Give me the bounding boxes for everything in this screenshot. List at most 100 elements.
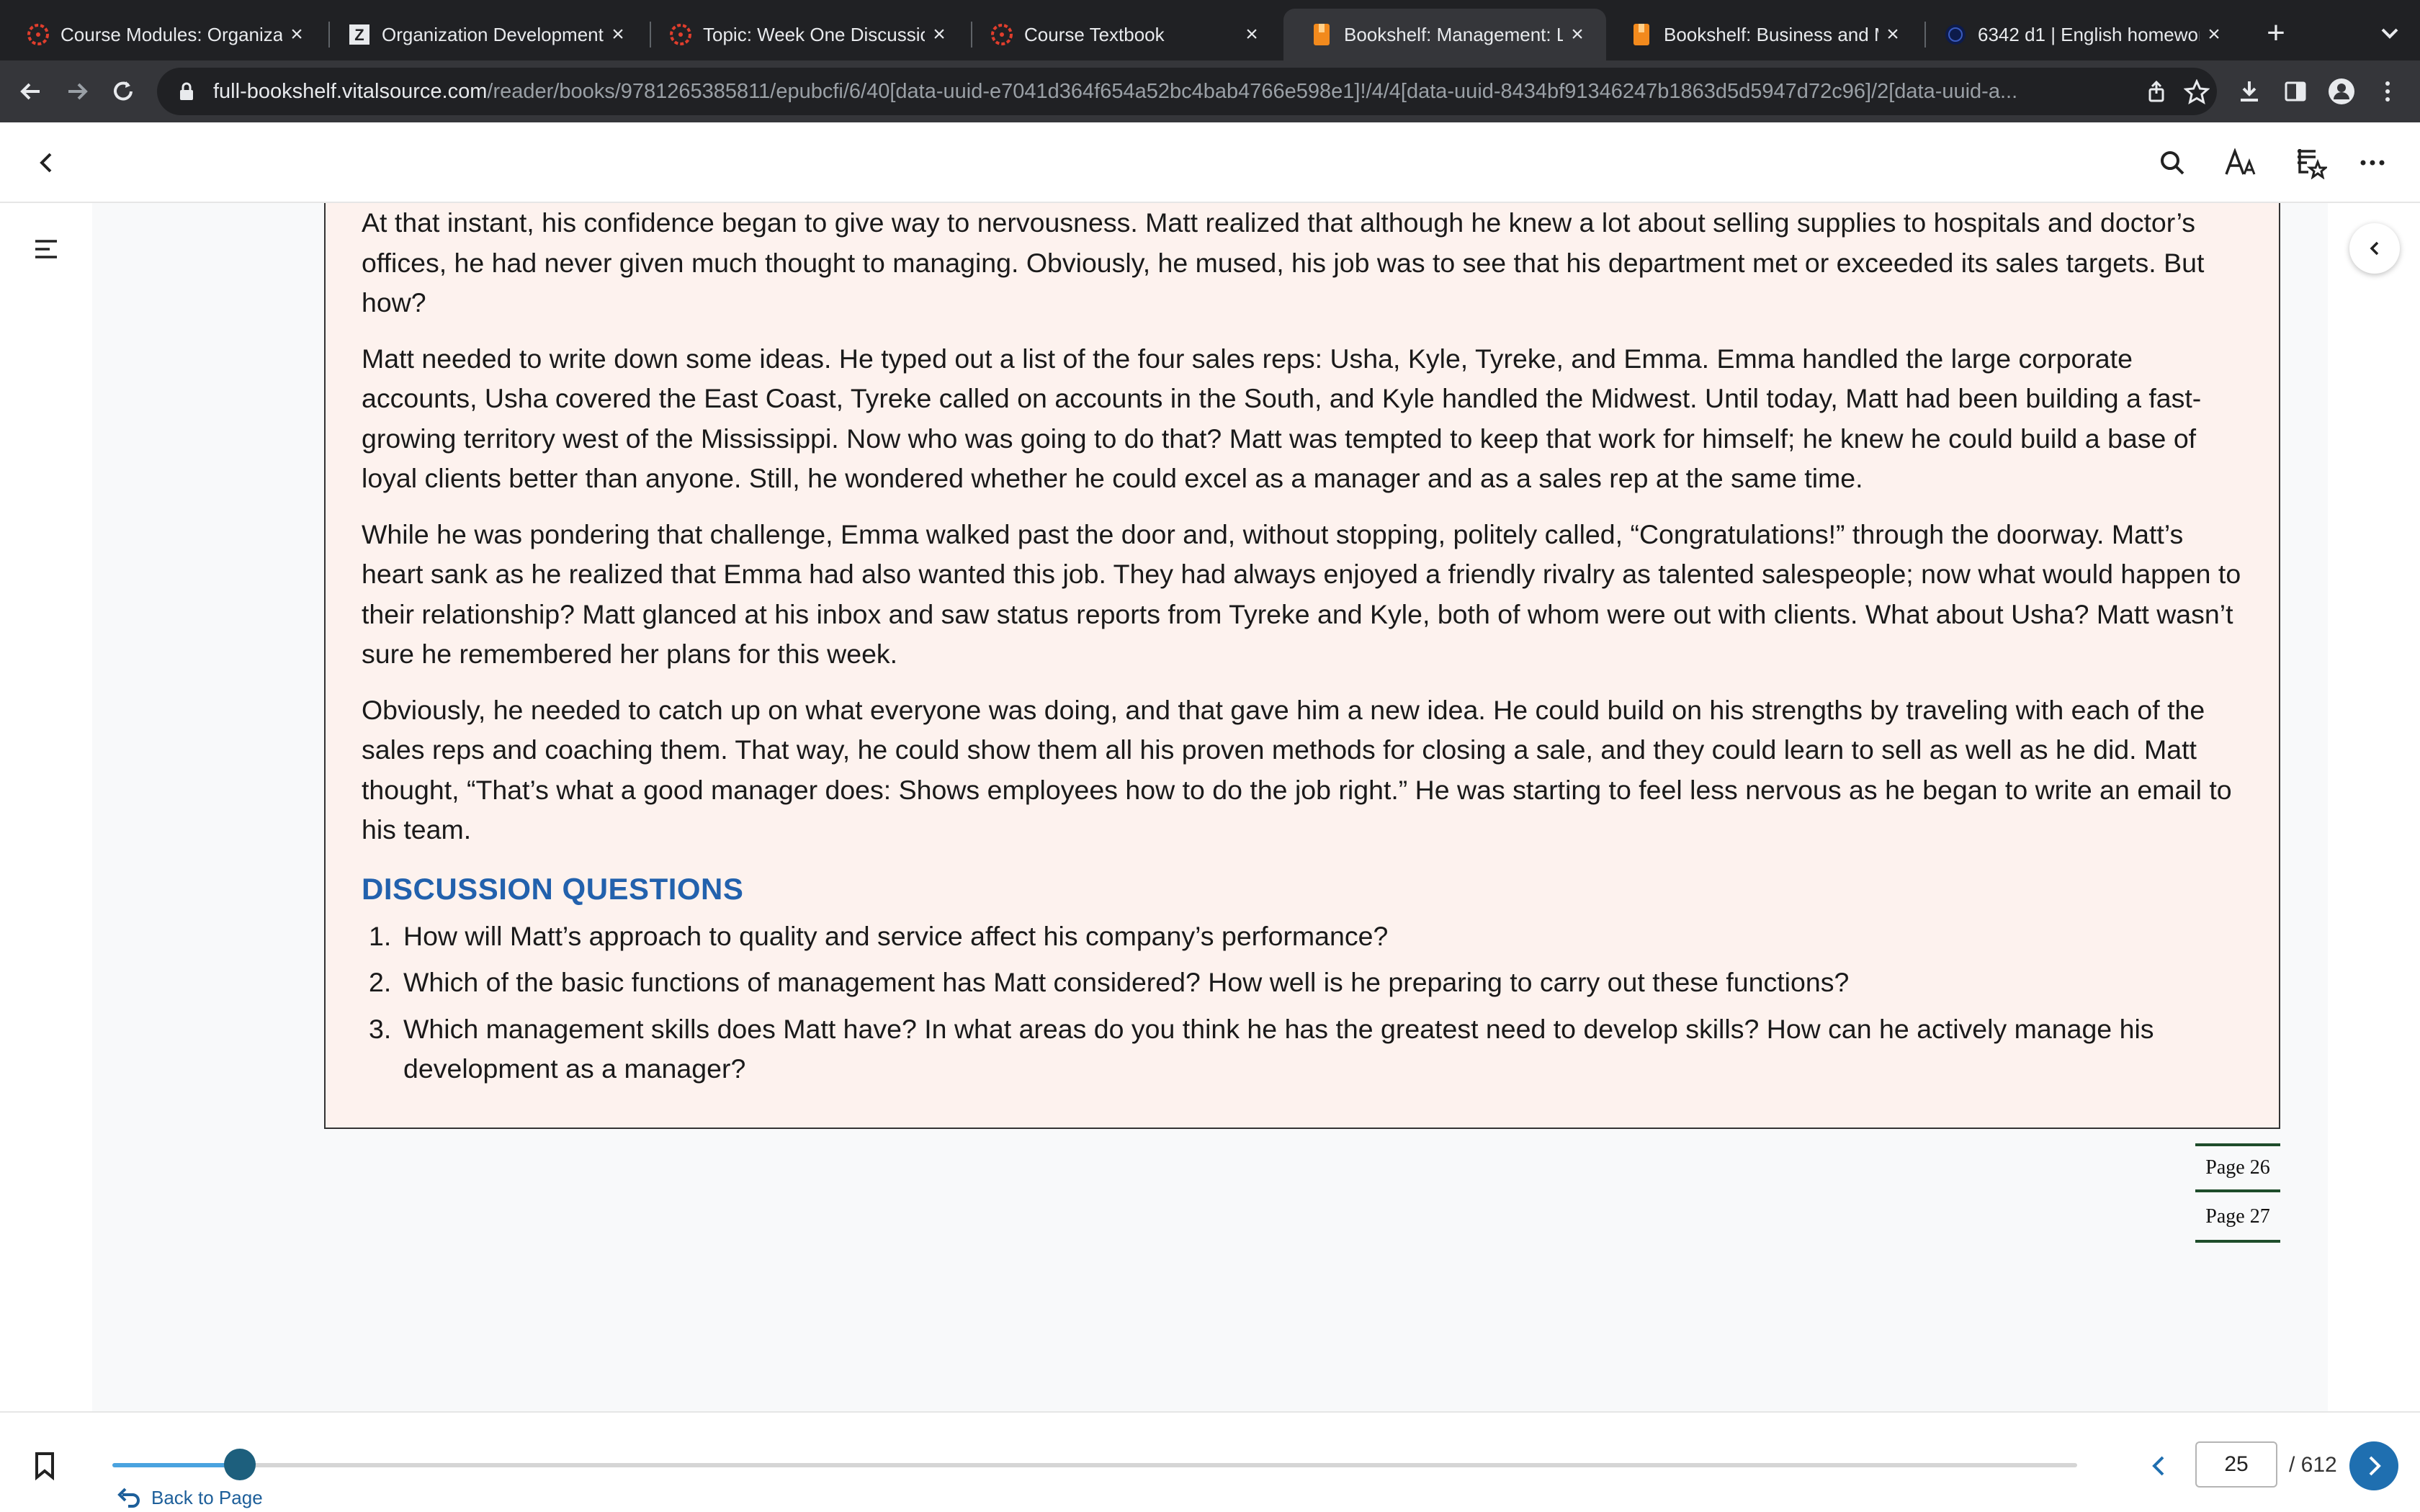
forward-button[interactable] <box>56 71 98 112</box>
download-icon <box>2241 81 2258 102</box>
star-outline-icon <box>2184 79 2210 105</box>
bookmark-star-button[interactable] <box>2182 78 2211 107</box>
close-tab-icon[interactable]: × <box>1237 22 1266 47</box>
question-text: How will Matt’s approach to quality and … <box>403 920 1389 951</box>
close-tab-icon[interactable]: × <box>2200 22 2228 47</box>
left-rail <box>0 203 92 1411</box>
bookshelf-icon <box>1629 22 1654 47</box>
page-marker: Page 27 <box>2195 1194 2280 1243</box>
browser-tab[interactable]: Course Textbook × <box>964 9 1281 60</box>
more-horizontal-icon <box>2360 160 2385 166</box>
downloads-button[interactable] <box>2228 71 2270 112</box>
right-rail <box>2328 203 2420 1411</box>
font-size-icon <box>2225 148 2256 175</box>
bookshelf-icon <box>1309 22 1334 47</box>
discussion-questions-heading: DISCUSSION QUESTIONS <box>362 871 744 906</box>
back-button[interactable] <box>10 71 52 112</box>
chevron-left-icon <box>2370 241 2379 256</box>
tab-title: Topic: Week One Discussion <box>703 23 925 45</box>
back-to-page-link[interactable]: Back to Page <box>115 1485 263 1511</box>
arrow-left-icon <box>20 83 40 100</box>
svg-text:Z: Z <box>354 26 364 44</box>
share-button[interactable] <box>2142 78 2171 107</box>
canvas-logo-icon <box>668 22 693 47</box>
case-study-box: At that instant, his confidence began to… <box>324 203 2280 1129</box>
question-number: 2. <box>369 967 392 997</box>
chevron-left-icon <box>2152 1456 2164 1476</box>
question-number: 1. <box>369 920 392 951</box>
page-number-input[interactable] <box>2195 1441 2277 1488</box>
close-tab-icon[interactable]: × <box>604 22 632 47</box>
notes-star-icon <box>2298 149 2327 179</box>
list-item: 1. How will Matt’s approach to quality an… <box>369 917 2243 957</box>
bookmark-page-button[interactable] <box>24 1446 65 1486</box>
new-tab-button[interactable]: + <box>2256 13 2296 53</box>
list-item: 2. Which of the basic functions of manage… <box>369 963 2243 1003</box>
reader-more-button[interactable] <box>2351 141 2394 184</box>
reload-icon <box>114 81 133 101</box>
tab-title: 6342 d1 | English homework <box>1978 23 2200 45</box>
globe-dark-icon <box>1943 22 1968 47</box>
case-paragraph: Obviously, he needed to catch up on what… <box>362 694 2232 845</box>
page-slider-progress <box>112 1463 240 1467</box>
browser-tab[interactable]: Z Organization Development F × <box>321 9 647 60</box>
page-marker: Page 26 <box>2195 1143 2280 1192</box>
close-tab-icon[interactable]: × <box>925 22 954 47</box>
list-item: 3. Which management skills does Matt have… <box>369 1009 2243 1089</box>
menu-lines-icon <box>35 240 57 258</box>
discussion-questions-list: 1. How will Matt’s approach to quality an… <box>362 917 2243 1089</box>
close-tab-icon[interactable]: × <box>1563 22 1592 47</box>
reader-header <box>0 122 2420 203</box>
text-size-button[interactable] <box>2220 141 2263 184</box>
tab-title: Bookshelf: Business and Ma <box>1664 23 1878 45</box>
side-panel-button[interactable] <box>2275 71 2316 112</box>
undo-arrow-icon <box>117 1488 140 1508</box>
table-of-contents-button[interactable] <box>24 228 68 271</box>
case-paragraph: Matt needed to write down some ideas. He… <box>362 343 2202 494</box>
search-icon <box>2161 151 2184 175</box>
reader-back-button[interactable] <box>24 141 68 184</box>
address-bar[interactable]: full-bookshelf.vitalsource.com/reader/bo… <box>157 68 2217 115</box>
browser-toolbar: full-bookshelf.vitalsource.com/reader/bo… <box>0 60 2420 122</box>
close-tab-icon[interactable]: × <box>282 22 311 47</box>
canvas-logo-icon <box>990 22 1014 47</box>
back-to-page-label: Back to Page <box>151 1486 263 1508</box>
page-slider-track[interactable] <box>112 1463 2077 1467</box>
canvas-logo-icon <box>26 22 50 47</box>
url-path: /reader/books/9781265385811/epubcfi/6/40… <box>487 79 2018 103</box>
page-slider-thumb[interactable] <box>223 1449 256 1480</box>
question-text: Which of the basic functions of manageme… <box>403 967 1850 997</box>
reader-search-button[interactable] <box>2151 141 2194 184</box>
close-tab-icon[interactable]: × <box>1878 22 1907 47</box>
question-number: 3. <box>369 1013 392 1044</box>
side-panel-icon <box>2285 81 2306 102</box>
notes-highlights-button[interactable] <box>2289 141 2332 184</box>
chevron-down-icon <box>2381 28 2398 39</box>
browser-tab-active[interactable]: Bookshelf: Management: Le × <box>1283 9 1606 60</box>
expand-panel-button[interactable] <box>2349 223 2400 274</box>
reader-footer: Back to Page / 612 <box>0 1411 2420 1512</box>
chevron-left-icon <box>40 153 52 173</box>
browser-tab[interactable]: Topic: Week One Discussion × <box>642 9 968 60</box>
url-text: full-bookshelf.vitalsource.com/reader/bo… <box>213 80 2143 104</box>
tab-search-button[interactable] <box>2370 13 2410 53</box>
browser-tab[interactable]: Bookshelf: Business and Ma × <box>1603 9 1922 60</box>
question-text: Which management skills does Matt have? … <box>403 1013 2154 1084</box>
chevron-right-icon <box>2369 1456 2381 1476</box>
reload-button[interactable] <box>102 71 144 112</box>
url-host: full-bookshelf.vitalsource.com <box>213 79 488 103</box>
zotero-z-icon: Z <box>347 22 372 47</box>
browser-tab-strip: Course Modules: Organizati × Z Organizat… <box>0 0 2420 60</box>
browser-tab[interactable]: 6342 d1 | English homework × <box>1917 9 2243 60</box>
bookmark-icon <box>35 1452 54 1480</box>
next-page-button[interactable] <box>2349 1441 2398 1490</box>
profile-button[interactable] <box>2321 71 2362 112</box>
previous-page-button[interactable] <box>2138 1444 2181 1488</box>
browser-tab[interactable]: Course Modules: Organizati × <box>0 9 326 60</box>
tab-title: Bookshelf: Management: Le <box>1344 23 1563 45</box>
total-pages: / 612 <box>2289 1453 2337 1477</box>
tab-title: Course Textbook <box>1024 23 1165 45</box>
avatar-icon <box>2329 78 2354 104</box>
browser-menu-button[interactable] <box>2367 71 2408 112</box>
tab-title: Course Modules: Organizati <box>60 23 282 45</box>
